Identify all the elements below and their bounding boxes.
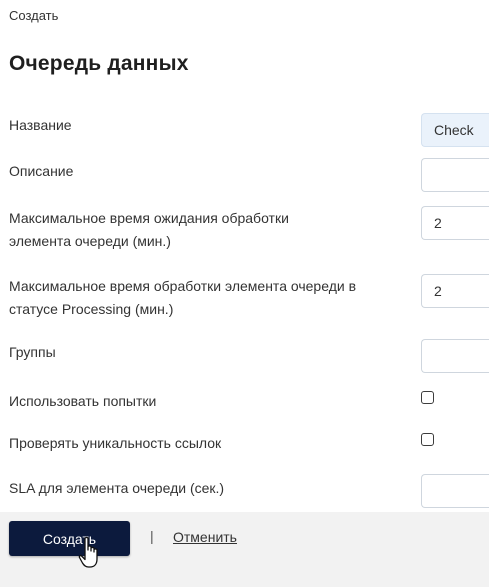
description-label: Описание [9,163,74,179]
groups-label: Группы [9,344,56,360]
submit-button[interactable]: Создать [9,521,130,556]
check-unique-label: Проверять уникальность ссылок [9,435,222,451]
breadcrumb: Создать [9,8,59,23]
max-wait-label: Максимальное время ожидания обработки эл… [9,210,289,249]
hand-pointer-icon [78,536,98,568]
groups-input[interactable] [421,339,489,373]
page-title: Очередь данных [9,52,189,75]
sla-label: SLA для элемента очереди (сек.) [9,480,225,496]
use-attempts-label: Использовать попытки [9,393,157,409]
sla-input[interactable] [421,474,489,508]
name-input[interactable] [421,113,489,147]
description-input[interactable] [421,158,489,192]
max-processing-label: Максимальное время обработки элемента оч… [9,278,357,317]
name-label: Название [9,117,72,133]
cancel-link[interactable]: Отменить [173,529,237,545]
max-processing-input[interactable] [421,274,489,308]
max-wait-input[interactable] [421,206,489,240]
use-attempts-checkbox[interactable] [421,391,434,404]
action-separator: | [150,528,154,544]
check-unique-checkbox[interactable] [421,433,434,446]
